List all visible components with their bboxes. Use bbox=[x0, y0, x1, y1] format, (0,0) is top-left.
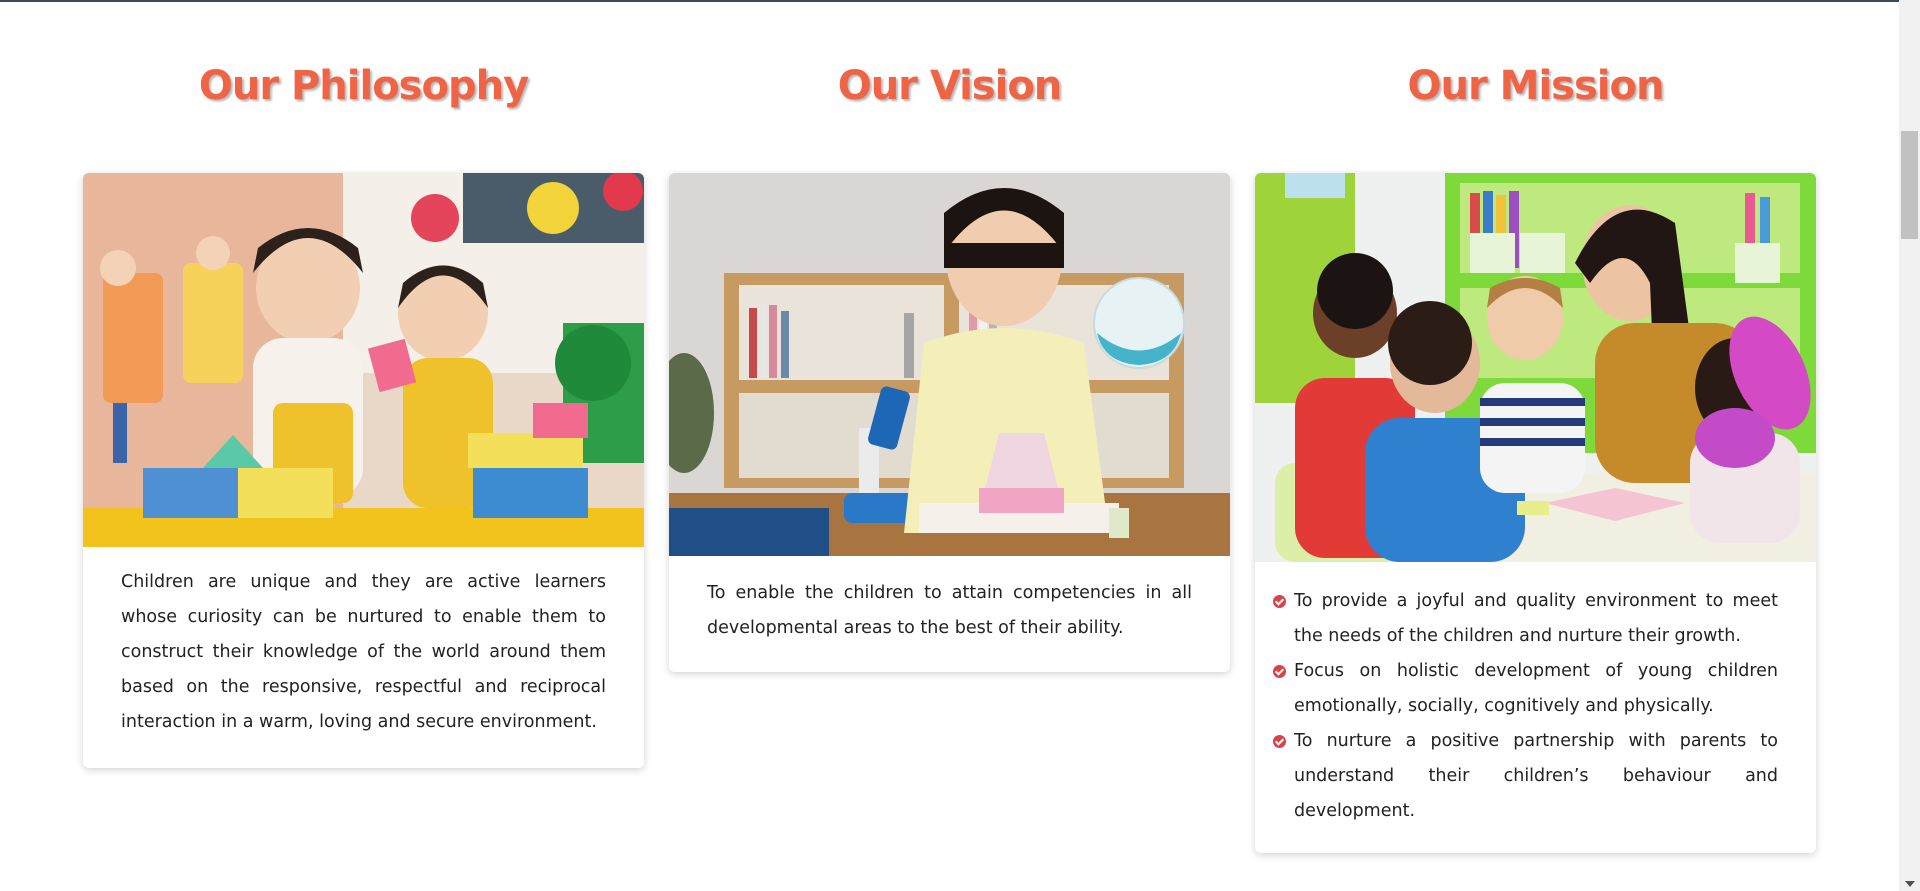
check-circle-icon bbox=[1273, 735, 1286, 748]
philosophy-text: Children are unique and they are active … bbox=[121, 572, 606, 732]
mission-card: To provide a joyful and quality environm… bbox=[1255, 173, 1816, 853]
vision-heading: Our Vision bbox=[837, 63, 1063, 109]
vertical-scrollbar[interactable] bbox=[1899, 0, 1920, 891]
vision-photo bbox=[669, 173, 1230, 556]
page-content: Our Philosophy Children are unique and t… bbox=[0, 0, 1899, 891]
mission-item-text: Focus on holistic development of young c… bbox=[1294, 661, 1778, 716]
mission-photo bbox=[1255, 173, 1816, 562]
scrollbar-thumb[interactable] bbox=[1901, 131, 1918, 239]
vision-card: To enable the children to attain compete… bbox=[669, 173, 1230, 672]
scroll-down-arrow-icon[interactable] bbox=[1905, 881, 1915, 887]
mission-item-text: To provide a joyful and quality environm… bbox=[1294, 591, 1778, 646]
mission-item: To provide a joyful and quality environm… bbox=[1273, 584, 1778, 654]
check-circle-icon bbox=[1273, 595, 1286, 608]
philosophy-photo bbox=[83, 173, 644, 547]
philosophy-card: Children are unique and they are active … bbox=[83, 173, 644, 768]
mission-list: To provide a joyful and quality environm… bbox=[1255, 562, 1816, 853]
mission-item: Focus on holistic development of young c… bbox=[1273, 654, 1778, 724]
mission-heading: Our Mission bbox=[1407, 63, 1665, 109]
mission-item-text: To nurture a positive partnership with p… bbox=[1294, 731, 1778, 821]
check-circle-icon bbox=[1273, 665, 1286, 678]
mission-item: To nurture a positive partnership with p… bbox=[1273, 724, 1778, 829]
vision-text: To enable the children to attain compete… bbox=[707, 583, 1192, 638]
philosophy-heading: Our Philosophy bbox=[198, 63, 529, 109]
